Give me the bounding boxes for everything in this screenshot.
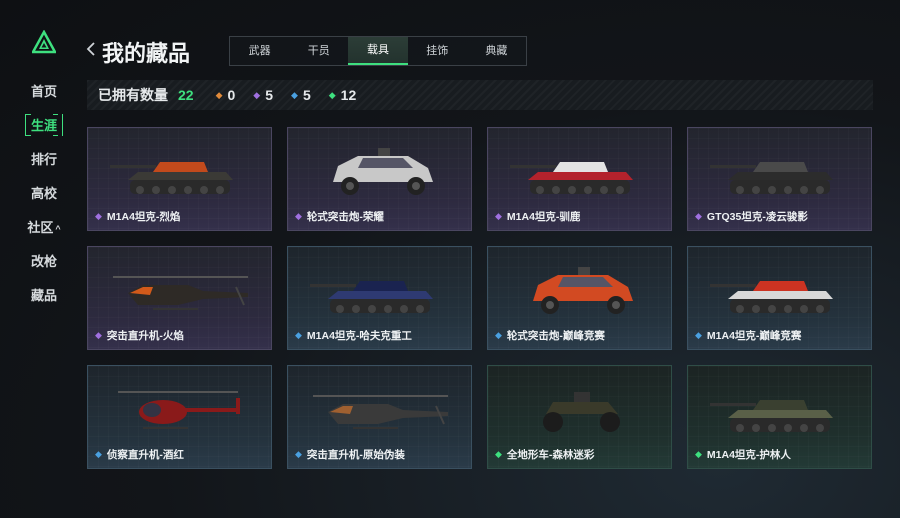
vehicle-card[interactable]: ◆ M1A4坦克-巅峰竞赛 (687, 246, 872, 350)
vehicle-card[interactable]: ◆ M1A4坦克-哈夫克重工 (287, 246, 472, 350)
vehicle-name: 突击直升机-原始伪装 (306, 449, 405, 461)
sidebar-item-collection[interactable]: 藏品 (20, 282, 68, 316)
vehicle-card[interactable]: ◆ M1A4坦克-驯鹿 (487, 127, 672, 231)
green-diamond-icon: ◆ (695, 449, 702, 459)
vehicle-card[interactable]: ◆ M1A4坦克-护林人 (687, 365, 872, 469)
vehicle-image (543, 392, 620, 432)
vehicle-name-row: ◆ M1A4坦克-巅峰竞赛 (695, 328, 801, 343)
stat-blue: ◆ 5 (291, 87, 311, 103)
purple-diamond-icon: ◆ (295, 211, 302, 221)
purple-diamond-icon: ◆ (95, 330, 102, 340)
vehicle-card[interactable]: ◆ 突击直升机-火焰 (87, 246, 272, 350)
vehicle-card[interactable]: ◆ 突击直升机-原始伪装 (287, 365, 472, 469)
vehicle-name: M1A4坦克-驯鹿 (506, 211, 581, 223)
vehicle-image (313, 395, 448, 429)
vehicle-name: M1A4坦克-烈焰 (106, 211, 181, 223)
vehicle-image (710, 162, 833, 194)
blue-diamond-icon: ◆ (295, 449, 302, 459)
sidebar-item-career[interactable]: 生涯 (20, 112, 68, 146)
vehicle-image (110, 162, 233, 194)
blue-diamond-icon: ◆ (695, 330, 702, 340)
chevron-up-icon: ^ (55, 224, 61, 234)
vehicle-name: GTQ35坦克-凌云骏影 (706, 211, 808, 223)
sidebar-item-ranking[interactable]: 排行 (20, 146, 68, 180)
vehicle-card[interactable]: ◆ 轮式突击炮-荣耀 (287, 127, 472, 231)
sidebar-item-home[interactable]: 首页 (20, 78, 68, 112)
page-title: 我的藏品 (102, 41, 191, 66)
green-diamond-icon: ◆ (328, 89, 336, 100)
vehicle-name: M1A4坦克-哈夫克重工 (306, 330, 412, 342)
vehicle-name: 突击直升机-火焰 (106, 330, 184, 342)
back-button[interactable] (86, 40, 96, 63)
sidebar: 首页 生涯 排行 高校 社区 ^ 改枪 藏品 (20, 78, 68, 316)
vehicle-name: 全地形车-森林迷彩 (506, 449, 595, 461)
owned-total: 22 (178, 87, 194, 103)
vehicle-name: 轮式突击炮-巅峰竞赛 (506, 330, 605, 342)
triangle-logo (30, 29, 58, 54)
green-diamond-icon: ◆ (495, 449, 502, 459)
sidebar-item-modify-gun[interactable]: 改枪 (20, 248, 68, 282)
vehicle-image (113, 276, 248, 310)
vehicle-name-row: ◆ 轮式突击炮-巅峰竞赛 (495, 328, 605, 343)
blue-diamond-icon: ◆ (495, 330, 502, 340)
vehicle-name-row: ◆ 突击直升机-原始伪装 (295, 447, 405, 462)
blue-diamond-icon: ◆ (95, 449, 102, 459)
vehicle-card[interactable]: ◆ 轮式突击炮-巅峰竞赛 (487, 246, 672, 350)
stat-green: ◆ 12 (328, 87, 357, 103)
vehicle-image (510, 162, 633, 194)
vehicle-image (710, 281, 833, 313)
vehicle-card[interactable]: ◆ 全地形车-森林迷彩 (487, 365, 672, 469)
purple-diamond-icon: ◆ (495, 211, 502, 221)
vehicle-image (310, 281, 433, 313)
vehicle-name-row: ◆ M1A4坦克-驯鹿 (495, 209, 580, 224)
vehicle-name-row: ◆ 轮式突击炮-荣耀 (295, 209, 384, 224)
chevron-left-icon (86, 42, 95, 56)
vehicle-name-row: ◆ M1A4坦克-护林人 (695, 447, 791, 462)
vehicle-card[interactable]: ◆ GTQ35坦克-凌云骏影 (687, 127, 872, 231)
vehicle-name-row: ◆ M1A4坦克-哈夫克重工 (295, 328, 412, 343)
tab-collectibles[interactable]: 典藏 (467, 37, 526, 65)
vehicle-grid: ◆ M1A4坦克-烈焰 ◆ 轮式突击炮-荣耀 ◆ M1A4坦克-驯鹿 ◆ GTQ35坦克-凌云… (87, 127, 873, 469)
vehicle-name-row: ◆ M1A4坦克-烈焰 (95, 209, 180, 224)
vehicle-image (333, 148, 433, 195)
vehicle-name: M1A4坦克-巅峰竞赛 (706, 330, 802, 342)
tab-weapons[interactable]: 武器 (230, 37, 289, 65)
purple-diamond-icon: ◆ (253, 89, 261, 100)
vehicle-name: 轮式突击炮-荣耀 (306, 211, 384, 223)
tab-vehicles[interactable]: 载具 (348, 37, 408, 65)
vehicle-name-row: ◆ 突击直升机-火焰 (95, 328, 184, 343)
stat-purple: ◆ 5 (253, 87, 274, 103)
sidebar-item-community[interactable]: 社区 ^ (20, 214, 68, 248)
vehicle-name-row: ◆ GTQ35坦克-凌云骏影 (695, 209, 808, 224)
vehicle-name-row: ◆ 全地形车-森林迷彩 (495, 447, 594, 462)
owned-stats-bar: 已拥有数量 22 ◆ 0 ◆ 5 ◆ 5 ◆ 12 (87, 80, 873, 110)
vehicle-image (118, 391, 240, 429)
purple-diamond-icon: ◆ (695, 211, 702, 221)
purple-diamond-icon: ◆ (95, 211, 102, 221)
owned-label: 已拥有数量 (98, 87, 168, 103)
vehicle-name-row: ◆ 侦察直升机-酒红 (95, 447, 184, 462)
tab-operators[interactable]: 干员 (289, 37, 348, 65)
blue-diamond-icon: ◆ (291, 89, 298, 100)
vehicle-image (710, 400, 833, 432)
vehicle-name: 侦察直升机-酒红 (106, 449, 184, 461)
tab-charms[interactable]: 挂饰 (408, 37, 467, 65)
vehicle-name: M1A4坦克-护林人 (706, 449, 791, 461)
orange-diamond-icon: ◆ (215, 89, 223, 100)
stat-orange: ◆ 0 (215, 87, 236, 103)
sidebar-item-college[interactable]: 高校 (20, 180, 68, 214)
vehicle-card[interactable]: ◆ M1A4坦克-烈焰 (87, 127, 272, 231)
category-tabs: 武器 干员 载具 挂饰 典藏 (229, 36, 527, 66)
vehicle-card[interactable]: ◆ 侦察直升机-酒红 (87, 365, 272, 469)
vehicle-image (533, 267, 633, 314)
blue-diamond-icon: ◆ (295, 330, 302, 340)
